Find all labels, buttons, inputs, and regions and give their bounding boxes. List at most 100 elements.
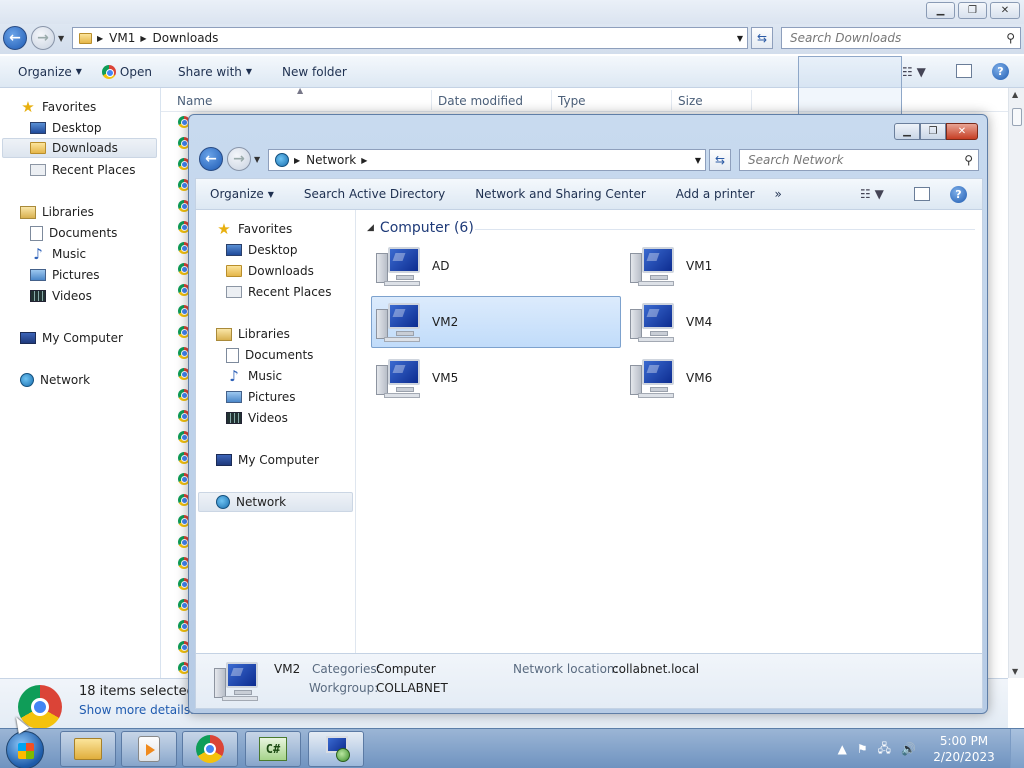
sidebar-item-downloads[interactable]: Downloads: [226, 261, 314, 281]
sidebar-item-favorites[interactable]: ★ Favorites: [20, 97, 96, 117]
column-divider[interactable]: [751, 90, 752, 110]
column-divider[interactable]: [551, 90, 552, 110]
breadcrumb-vm1[interactable]: VM1 ▶: [109, 31, 146, 45]
music-icon: ♪: [229, 367, 239, 385]
close-button[interactable]: ✕: [946, 123, 978, 140]
taskbar-media-player-button[interactable]: [121, 731, 177, 767]
sidebar-item-network[interactable]: Network: [198, 492, 353, 512]
more-commands-button[interactable]: »: [765, 187, 792, 201]
add-printer-button[interactable]: Add a printer: [656, 187, 765, 201]
open-button[interactable]: Open: [92, 64, 162, 79]
clock[interactable]: 5:00 PM 2/20/2023: [926, 733, 1002, 765]
chevron-right-icon: ▶: [361, 155, 368, 165]
sidebar-item-favorites[interactable]: ★ Favorites: [216, 219, 292, 239]
sidebar-item-my-computer[interactable]: My Computer: [216, 450, 319, 470]
taskbar-csharp-button[interactable]: C#: [245, 731, 301, 767]
volume-icon[interactable]: 🔊: [901, 742, 916, 756]
organize-button[interactable]: Organize ▼: [0, 65, 92, 79]
network-status-icon[interactable]: 🖧: [878, 739, 891, 760]
computer-label: VM4: [686, 315, 713, 329]
column-divider[interactable]: [671, 90, 672, 110]
documents-icon: [226, 347, 239, 363]
share-with-button[interactable]: Share with ▼: [162, 65, 262, 79]
sidebar-item-videos[interactable]: Videos: [30, 286, 92, 306]
sidebar-item-libraries[interactable]: Libraries: [216, 324, 290, 344]
scroll-up-icon[interactable]: ▲: [1012, 90, 1018, 99]
back-button[interactable]: ←: [3, 26, 27, 50]
address-bar[interactable]: ▶ VM1 ▶ Downloads ▼: [72, 27, 748, 49]
windows-logo-icon: [18, 743, 34, 759]
sidebar-item-downloads[interactable]: Downloads: [2, 138, 157, 158]
help-icon[interactable]: ?: [950, 186, 967, 203]
sidebar-item-documents[interactable]: Documents: [226, 345, 313, 365]
close-button[interactable]: ✕: [990, 2, 1020, 19]
sidebar-item-recent-places[interactable]: Recent Places: [30, 160, 135, 180]
chevron-down-icon[interactable]: ▼: [737, 34, 743, 43]
group-header-computer[interactable]: ◢ Computer (6): [367, 220, 474, 236]
computer-tile-vm2[interactable]: VM2: [371, 296, 621, 348]
computer-tile-vm5[interactable]: VM5: [371, 352, 621, 404]
taskbar-chrome-button[interactable]: [182, 731, 238, 767]
refresh-button[interactable]: ⇆: [751, 27, 773, 49]
computer-tile-vm4[interactable]: VM4: [625, 296, 875, 348]
recent-pages-dropdown[interactable]: ▼: [254, 155, 260, 164]
sidebar-item-my-computer[interactable]: My Computer: [20, 328, 123, 348]
column-divider[interactable]: [431, 90, 432, 110]
computer-tile-vm1[interactable]: VM1: [625, 240, 875, 292]
organize-button[interactable]: Organize ▼: [196, 187, 284, 201]
sidebar-item-desktop[interactable]: Desktop: [226, 240, 298, 260]
new-folder-button[interactable]: New folder: [262, 65, 357, 79]
preview-pane-icon[interactable]: [914, 187, 930, 201]
chrome-icon: [101, 64, 116, 79]
preview-pane-icon[interactable]: [956, 64, 972, 78]
computer-tile-vm6[interactable]: VM6: [625, 352, 875, 404]
sidebar-item-pictures[interactable]: Pictures: [226, 387, 296, 407]
show-hidden-icons-icon[interactable]: ▲: [838, 742, 847, 756]
sidebar-item-libraries[interactable]: Libraries: [20, 202, 94, 222]
sidebar-item-music[interactable]: ♪ Music: [226, 366, 282, 386]
search-active-directory-button[interactable]: Search Active Directory: [284, 187, 455, 201]
network-sharing-center-button[interactable]: Network and Sharing Center: [455, 187, 656, 201]
search-input[interactable]: Search Downloads ⚲: [781, 27, 1021, 49]
sidebar-item-network[interactable]: Network: [20, 370, 90, 390]
action-center-icon[interactable]: ⚑: [857, 742, 868, 756]
computer-tile-ad[interactable]: AD: [371, 240, 621, 292]
forward-button[interactable]: →: [227, 147, 251, 171]
taskbar-network-button[interactable]: [308, 731, 364, 767]
vertical-scrollbar[interactable]: ▲ ▼: [1008, 88, 1024, 678]
pictures-icon: [226, 391, 242, 403]
restore-button[interactable]: ❐: [958, 2, 987, 19]
breadcrumb-downloads[interactable]: Downloads: [153, 31, 219, 45]
restore-button[interactable]: ❐: [920, 123, 946, 140]
view-options-icon[interactable]: ☷ ▼: [860, 187, 884, 201]
help-icon[interactable]: ?: [992, 63, 1009, 80]
address-bar[interactable]: ▶ Network ▶ ▼: [268, 149, 706, 171]
column-type[interactable]: Type: [558, 94, 586, 108]
sidebar-item-videos[interactable]: Videos: [226, 408, 288, 428]
breadcrumb-network[interactable]: Network ▶: [306, 153, 367, 167]
recent-pages-dropdown[interactable]: ▼: [58, 34, 64, 43]
sidebar-item-desktop[interactable]: Desktop: [30, 118, 102, 138]
show-desktop-button[interactable]: [1010, 729, 1024, 768]
start-button[interactable]: [6, 731, 44, 768]
minimize-button[interactable]: ▁: [894, 123, 920, 140]
refresh-button[interactable]: ⇆: [709, 149, 731, 171]
chevron-down-icon[interactable]: ▼: [695, 156, 701, 165]
minimize-button[interactable]: ▁: [926, 2, 955, 19]
column-date-modified[interactable]: Date modified: [438, 94, 523, 108]
sidebar-item-documents[interactable]: Documents: [30, 223, 117, 243]
scroll-down-icon[interactable]: ▼: [1012, 667, 1018, 676]
scroll-thumb[interactable]: [1012, 108, 1022, 126]
forward-button[interactable]: →: [31, 26, 55, 50]
back-button[interactable]: ←: [199, 147, 223, 171]
column-name[interactable]: Name: [177, 94, 212, 108]
search-input[interactable]: Search Network ⚲: [739, 149, 979, 171]
sidebar-item-pictures[interactable]: Pictures: [30, 265, 100, 285]
view-options-icon[interactable]: ☷ ▼: [902, 65, 926, 79]
column-size[interactable]: Size: [678, 94, 703, 108]
taskbar: C# ▲ ⚑ 🖧 🔊 5:00 PM 2/20/2023: [0, 728, 1024, 768]
sidebar-item-music[interactable]: ♪ Music: [30, 244, 86, 264]
show-more-details-link[interactable]: Show more details...: [79, 703, 202, 717]
sidebar-item-recent-places[interactable]: Recent Places: [226, 282, 331, 302]
taskbar-explorer-button[interactable]: [60, 731, 116, 767]
